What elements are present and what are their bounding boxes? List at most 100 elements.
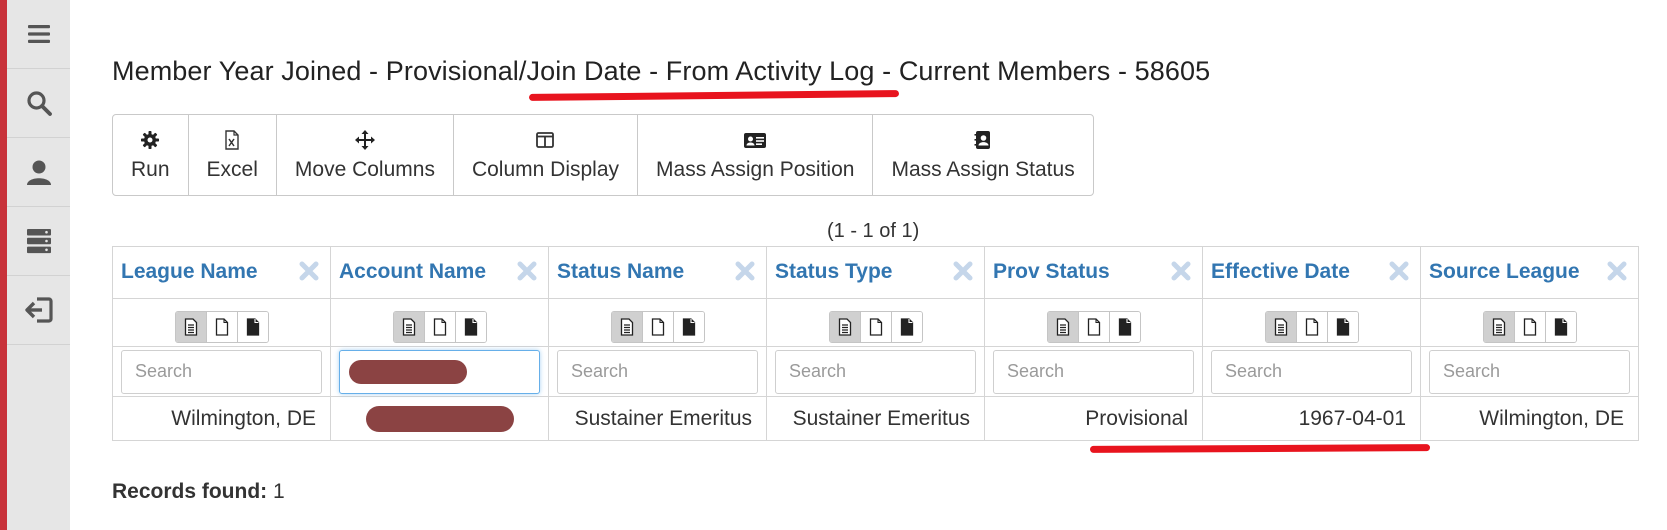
filter-mode-group [1482, 310, 1577, 343]
filter-mode-filled-button[interactable] [237, 311, 268, 342]
filter-mode-lines-button[interactable] [1265, 311, 1297, 342]
doc-outline-icon [433, 317, 446, 336]
filter-mode-filled-button[interactable] [1109, 311, 1140, 342]
filter-mode-lines-button[interactable] [611, 311, 643, 342]
sidebar-item-server[interactable] [7, 207, 70, 276]
move-columns-label: Move Columns [294, 158, 435, 181]
cell-status-name: Sustainer Emeritus [548, 396, 767, 441]
search-input-status-type[interactable] [775, 349, 976, 394]
doc-outline-icon [1087, 317, 1100, 336]
cell-source-league: Wilmington, DE [1420, 396, 1639, 441]
main-content: Member Year Joined - Provisional/Join Da… [112, 0, 1667, 530]
doc-outline-icon [1523, 317, 1536, 336]
cell-account-name [330, 396, 549, 441]
column-display-button[interactable]: Column Display [454, 115, 639, 195]
remove-column-icon[interactable] [734, 260, 756, 282]
filter-mode-lines-button[interactable] [175, 311, 207, 342]
search-input-status-name[interactable] [557, 349, 758, 394]
cell-effective-date: 1967-04-01 [1202, 396, 1421, 441]
column-header-label: Prov Status [993, 260, 1110, 283]
excel-label: Excel [206, 158, 258, 181]
excel-file-icon [225, 130, 239, 150]
sidebar-item-sign-out[interactable] [7, 276, 70, 345]
remove-column-icon[interactable] [1606, 260, 1628, 282]
filter-mode-filled-button[interactable] [1545, 311, 1576, 342]
mass-assign-position-button[interactable]: Mass Assign Position [638, 115, 874, 195]
mass-assign-status-button[interactable]: Mass Assign Status [873, 115, 1092, 195]
filter-mode-empty-button[interactable] [1296, 311, 1328, 342]
search-input-league-name[interactable] [121, 349, 322, 394]
sign-out-icon [24, 297, 53, 323]
search-cell-prov-status [984, 346, 1203, 397]
cell-league-name: Wilmington, DE [112, 396, 331, 441]
column-header-source-league[interactable]: Source League [1420, 246, 1639, 299]
column-display-label: Column Display [471, 158, 620, 181]
columns-icon [536, 132, 555, 148]
filter-mode-filled-button[interactable] [673, 311, 704, 342]
doc-filled-icon [1118, 317, 1131, 336]
column-header-label: Status Type [775, 260, 893, 283]
remove-column-icon[interactable] [516, 260, 538, 282]
filter-mode-empty-button[interactable] [1078, 311, 1110, 342]
column-header-label: Source League [1429, 260, 1580, 283]
search-input-effective-date[interactable] [1211, 349, 1412, 394]
mass-assign-status-label: Mass Assign Status [891, 158, 1075, 181]
filter-mode-empty-button[interactable] [424, 311, 456, 342]
filter-mode-empty-button[interactable] [1514, 311, 1546, 342]
doc-outline-icon [1305, 317, 1318, 336]
annotation-underline [528, 90, 900, 101]
toolbar: Run Excel Move Columns Column Display Ma… [112, 114, 1094, 196]
filter-mode-lines-button[interactable] [393, 311, 425, 342]
header-row: League Name Account Name Status Name Status… [112, 246, 1639, 299]
doc-filled-icon [1554, 317, 1567, 336]
sidebar-item-user[interactable] [7, 138, 70, 207]
filter-mode-filled-button[interactable] [455, 311, 486, 342]
column-header-account-name[interactable]: Account Name [330, 246, 549, 299]
column-header-label: League Name [121, 260, 258, 283]
cell-status-type: Sustainer Emeritus [766, 396, 985, 441]
filter-mode-group [1264, 310, 1359, 343]
column-header-prov-status[interactable]: Prov Status [984, 246, 1203, 299]
filter-mode-group [1046, 310, 1141, 343]
move-columns-button[interactable]: Move Columns [277, 115, 454, 195]
remove-column-icon[interactable] [1388, 260, 1410, 282]
filter-mode-empty-button[interactable] [860, 311, 892, 342]
doc-filled-icon [1336, 317, 1349, 336]
filter-mode-filled-button[interactable] [1327, 311, 1358, 342]
search-input-source-league[interactable] [1429, 349, 1630, 394]
doc-filled-icon [246, 317, 259, 336]
filter-mode-lines-button[interactable] [829, 311, 861, 342]
sidebar-item-search[interactable] [7, 69, 70, 138]
run-button[interactable]: Run [113, 115, 189, 195]
sidebar-item-menu[interactable] [7, 0, 70, 69]
search-cell-source-league [1420, 346, 1639, 397]
filter-mode-lines-button[interactable] [1483, 311, 1515, 342]
doc-outline-icon [869, 317, 882, 336]
search-cell-league-name [112, 346, 331, 397]
search-input-prov-status[interactable] [993, 349, 1194, 394]
filter-mode-group [610, 310, 705, 343]
column-header-label: Effective Date [1211, 260, 1350, 283]
filter-mode-empty-button[interactable] [206, 311, 238, 342]
table-row[interactable]: Wilmington, DE Sustainer Emeritus Sustaine… [112, 396, 1639, 441]
filter-mode-empty-button[interactable] [642, 311, 674, 342]
excel-button[interactable]: Excel [189, 115, 277, 195]
records-found: Records found: 1 [112, 480, 285, 504]
column-tools-row [112, 298, 1639, 347]
remove-column-icon[interactable] [952, 260, 974, 282]
accent-strip [0, 0, 7, 530]
remove-column-icon[interactable] [1170, 260, 1192, 282]
redacted-search-text [349, 359, 467, 384]
column-header-status-name[interactable]: Status Name [548, 246, 767, 299]
run-label: Run [131, 158, 170, 181]
column-header-status-type[interactable]: Status Type [766, 246, 985, 299]
remove-column-icon[interactable] [298, 260, 320, 282]
filter-mode-filled-button[interactable] [891, 311, 922, 342]
filter-mode-lines-button[interactable] [1047, 311, 1079, 342]
doc-outline-icon [215, 317, 228, 336]
column-header-league-name[interactable]: League Name [112, 246, 331, 299]
column-header-label: Status Name [557, 260, 685, 283]
search-icon [26, 91, 52, 116]
column-header-effective-date[interactable]: Effective Date [1202, 246, 1421, 299]
records-count: 1 [273, 480, 285, 503]
